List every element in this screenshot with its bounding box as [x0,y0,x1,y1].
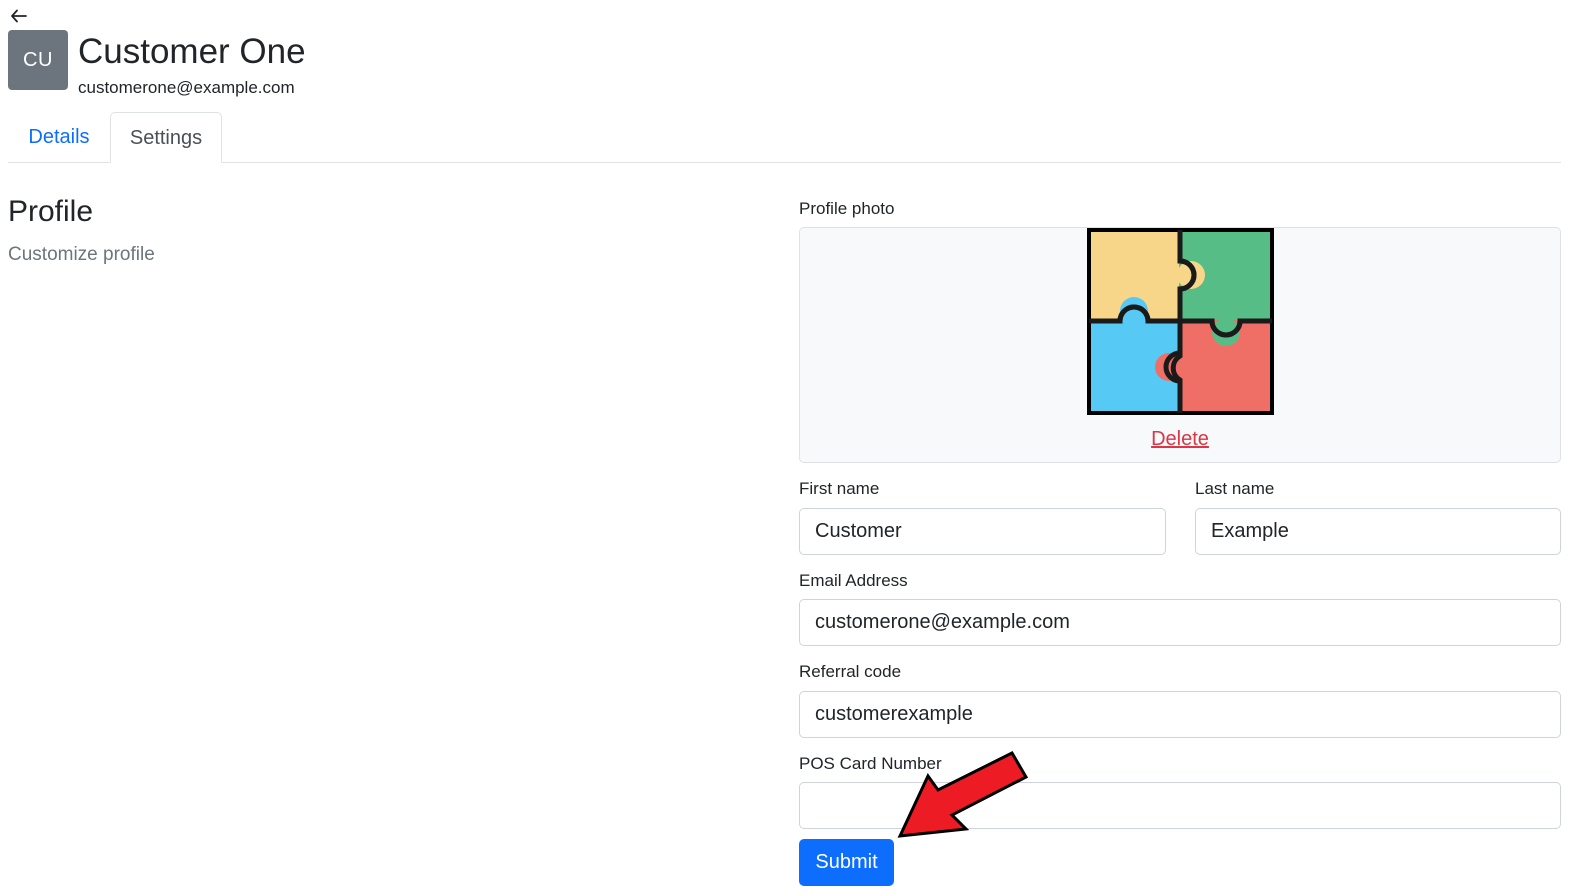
submit-button[interactable]: Submit [799,839,894,886]
customer-name: Customer One [78,32,306,71]
profile-photo-box: Delete [799,227,1561,463]
avatar: CU [8,30,68,90]
pos-card-number-label: POS Card Number [799,754,942,773]
email-label: Email Address [799,571,908,590]
last-name-input[interactable] [1195,508,1561,555]
last-name-label: Last name [1195,479,1275,498]
customer-email: customerone@example.com [78,78,295,97]
referral-code-label: Referral code [799,662,902,681]
tab-bar: Details Settings [8,112,1561,163]
back-arrow-icon[interactable] [9,6,29,26]
tab-details[interactable]: Details [8,112,110,162]
profile-photo-label: Profile photo [799,199,895,218]
avatar-initials: CU [23,48,53,71]
section-title: Profile [8,195,94,228]
customer-settings-page: CU Customer One customerone@example.com … [0,0,1575,896]
puzzle-icon [1087,228,1274,415]
delete-photo-link[interactable]: Delete [800,428,1560,451]
email-input[interactable] [799,599,1561,646]
first-name-input[interactable] [799,508,1166,555]
pos-card-number-input[interactable] [799,782,1561,829]
section-subtitle: Customize profile [8,244,155,265]
first-name-label: First name [799,479,880,498]
referral-code-input[interactable] [799,691,1561,738]
tab-settings[interactable]: Settings [110,112,222,163]
